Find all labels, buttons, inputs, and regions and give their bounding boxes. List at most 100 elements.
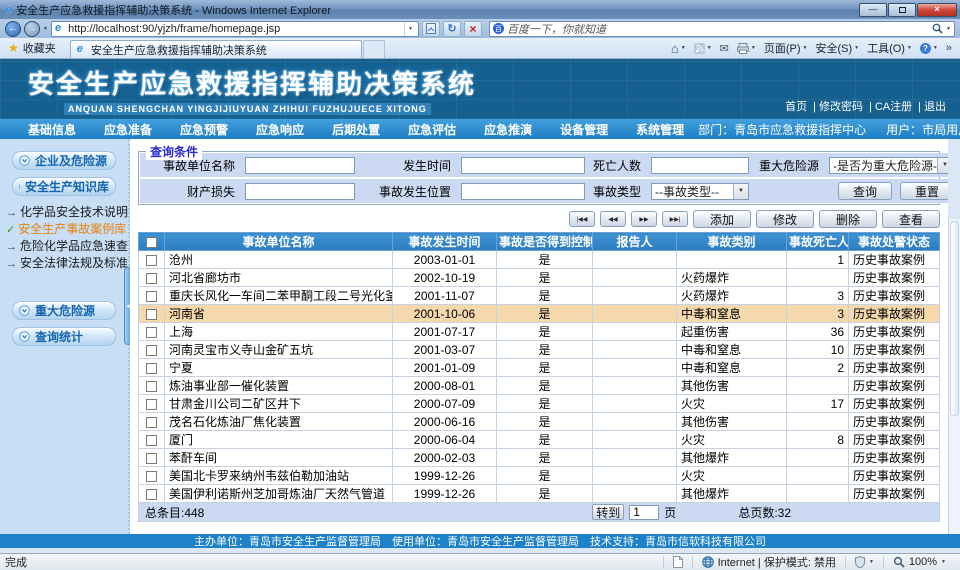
row-checkbox[interactable] [146,453,157,464]
favorites-star-icon[interactable]: ★ [8,41,19,55]
row-checkbox[interactable] [146,273,157,284]
search-button[interactable]: 查询 [838,182,892,200]
table-row[interactable]: 美国伊利诺斯州芝加哥炼油厂天然气管道 1999-12-26 是 其他爆炸 历史事… [139,485,940,503]
nav-menu-item[interactable]: 应急预警 [166,121,242,138]
table-row[interactable]: 宁夏 2001-01-09 是 中毒和窒息 2 历史事故案例 [139,359,940,377]
table-row[interactable]: 苯酐车间 2000-02-03 是 其他爆炸 历史事故案例 [139,449,940,467]
nav-menu-item[interactable]: 基础信息 [14,121,90,138]
major-hazard-select[interactable]: -是否为重大危险源- [829,157,948,174]
row-checkbox[interactable] [146,489,157,500]
sidebar-item[interactable]: 安全法律法规及标准库 [6,254,128,271]
table-row[interactable]: 甘肃金川公司二矿区井下 2000-07-09 是 火灾 17 历史事故案例 [139,395,940,413]
scrollbar-thumb[interactable] [950,221,959,416]
table-row[interactable]: 厦门 2000-06-04 是 火灾 8 历史事故案例 [139,431,940,449]
help-menu[interactable]: ?▼ [920,43,938,54]
row-checkbox[interactable] [146,381,157,392]
stop-button[interactable]: × [464,21,482,37]
table-row[interactable]: 美国北卡罗来纳州韦兹伯勒加油站 1999-12-26 是 火灾 历史事故案例 [139,467,940,485]
back-button[interactable]: ← [5,21,21,37]
search-icon[interactable] [932,23,943,34]
nav-menu-item[interactable]: 应急评估 [394,121,470,138]
zoom-control[interactable]: 100% ▼ [883,556,955,569]
page-scrollbar[interactable] [948,219,960,534]
sidebar-item[interactable]: 安全生产事故案例库 [6,220,128,237]
table-row[interactable]: 重庆长风化一车间二苯甲酮工段二号光化釜 2001-11-07 是 火药爆炸 3 … [139,287,940,305]
forward-button[interactable]: → [24,21,40,37]
page-menu[interactable]: 页面(P)▼ [764,40,808,56]
row-checkbox[interactable] [146,345,157,356]
home-button[interactable]: ▼ [671,41,686,56]
row-checkbox[interactable] [146,309,157,320]
search-box[interactable]: 百 百度一下，你就知道 ▼ [489,21,955,37]
property-loss-input[interactable] [245,183,355,200]
row-checkbox[interactable] [146,471,157,482]
row-checkbox[interactable] [146,255,157,266]
read-mail-button[interactable] [720,42,729,55]
header-link[interactable]: 退出 [912,98,946,114]
goto-page-button[interactable]: 转到 [592,504,624,520]
chevron-down-icon[interactable] [733,184,748,199]
close-button[interactable]: × [917,3,957,17]
compatibility-view-button[interactable] [422,21,440,37]
previous-page-button[interactable] [600,211,626,227]
nav-menu-item[interactable]: 系统管理 [622,121,698,138]
row-checkbox[interactable] [146,327,157,338]
table-row[interactable]: 上海 2001-07-17 是 起重伤害 36 历史事故案例 [139,323,940,341]
location-input[interactable] [461,183,585,200]
browser-tab[interactable]: e 安全生产应急救援指挥辅助决策系统 [70,40,362,58]
favorites-label[interactable]: 收藏夹 [23,40,56,56]
row-checkbox[interactable] [146,291,157,302]
nav-menu-item[interactable]: 后期处置 [318,121,394,138]
next-page-button[interactable] [631,211,657,227]
nav-menu-item[interactable]: 设备管理 [546,121,622,138]
row-checkbox[interactable] [146,435,157,446]
search-dropdown-icon[interactable]: ▼ [946,26,951,32]
header-link[interactable]: CA注册 [863,98,912,114]
sidebar-section-enterprise-hazard[interactable]: 企业及危险源 [12,151,116,170]
add-button[interactable]: 添加 [693,210,751,228]
nav-menu-item[interactable]: 应急准备 [90,121,166,138]
print-button[interactable]: ▼ [737,43,756,54]
sidebar-section-query-statistics[interactable]: 查询统计 [12,327,116,346]
table-row[interactable]: 河北省廊坊市 2002-10-19 是 火药爆炸 历史事故案例 [139,269,940,287]
history-dropdown-icon[interactable]: ▼ [43,26,48,32]
sidebar-item[interactable]: 危险化学品应急速查手... [6,237,128,254]
select-all-checkbox[interactable] [146,237,157,248]
sidebar-item[interactable]: 化学品安全技术说明书 [6,203,128,220]
table-row[interactable]: 沧州 2003-01-01 是 1 历史事故案例 [139,251,940,269]
sidebar-section-major-hazard[interactable]: 重大危险源 [12,301,116,320]
table-row[interactable]: 茂名石化炼油厂焦化装置 2000-06-16 是 其他伤害 历史事故案例 [139,413,940,431]
more-tools-chevron-icon[interactable] [946,42,952,54]
address-field[interactable]: e http://localhost:90/yjzh/frame/homepag… [51,21,419,37]
tools-menu[interactable]: 工具(O)▼ [867,40,912,56]
unit-name-input[interactable] [245,157,355,174]
last-page-button[interactable] [662,211,688,227]
chevron-down-icon[interactable] [937,158,948,173]
view-button[interactable]: 查看 [882,210,940,228]
table-row[interactable]: 河南灵宝市义寺山金矿五坑 2001-03-07 是 中毒和窒息 10 历史事故案… [139,341,940,359]
first-page-button[interactable] [569,211,595,227]
address-dropdown-icon[interactable]: ▼ [404,22,416,36]
header-link[interactable]: 首页 [785,98,807,114]
nav-menu-item[interactable]: 应急响应 [242,121,318,138]
header-link[interactable]: 修改密码 [807,98,863,114]
row-checkbox[interactable] [146,363,157,374]
feeds-button[interactable]: ▼ [694,43,712,54]
modify-button[interactable]: 修改 [756,210,814,228]
delete-button[interactable]: 删除 [819,210,877,228]
security-zone-segment[interactable]: Internet | 保护模式: 禁用 [692,556,845,569]
minimize-button[interactable]: — [859,3,887,17]
table-row[interactable]: 河南省 2001-10-06 是 中毒和窒息 3 历史事故案例 [139,305,940,323]
nav-menu-item[interactable]: 应急推演 [470,121,546,138]
occur-time-input[interactable] [461,157,585,174]
maximize-button[interactable] [888,3,916,17]
table-row[interactable]: 炼油事业部一催化装置 2000-08-01 是 其他伤害 历史事故案例 [139,377,940,395]
safety-menu[interactable]: 安全(S)▼ [815,40,859,56]
refresh-button[interactable]: ↻ [443,21,461,37]
deaths-input[interactable] [651,157,749,174]
sidebar-section-knowledge-base[interactable]: 安全生产知识库 [12,177,116,196]
row-checkbox[interactable] [146,399,157,410]
page-number-input[interactable] [629,505,659,520]
protected-mode-segment[interactable]: ▼ [845,556,883,569]
new-tab-stub[interactable] [363,40,385,58]
